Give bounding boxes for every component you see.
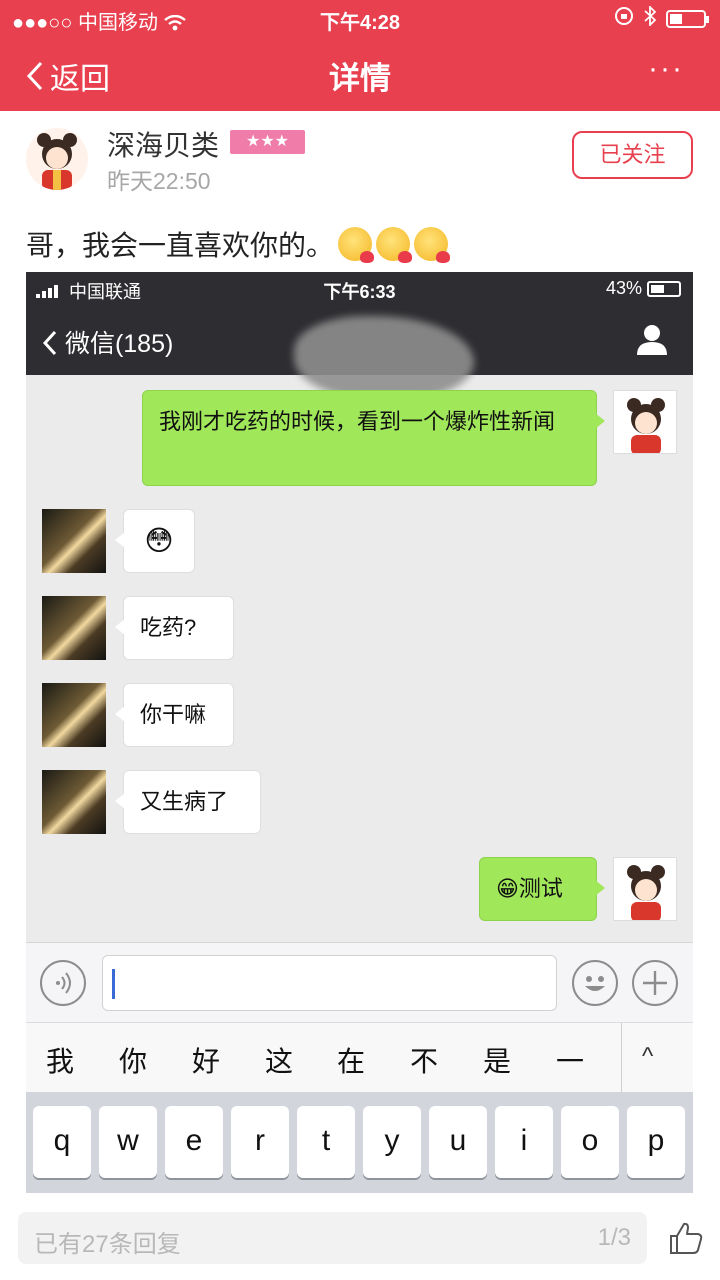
key: o xyxy=(561,1106,619,1178)
rotation-lock-icon xyxy=(614,6,634,32)
page-title: 详情 xyxy=(329,61,391,96)
shy-face-emoji-icon xyxy=(376,227,413,263)
key: t xyxy=(297,1106,355,1178)
status-right xyxy=(614,4,709,32)
image-input-bar xyxy=(26,942,693,1022)
post-image[interactable]: 中国联通 下午6:33 43% 微信(185) 我刚才吃药的时候，看到一个爆炸性… xyxy=(26,272,693,1193)
more-button[interactable]: ··· xyxy=(648,52,684,86)
voice-icon xyxy=(40,960,86,1006)
chat-bubble-them: 你干嘛 xyxy=(115,683,234,747)
candidate-toggle: ^ xyxy=(642,1043,654,1070)
image-back-label: 微信(185) xyxy=(64,330,174,358)
candidate-char: 不 xyxy=(409,1046,438,1077)
level-badge: ★★★ xyxy=(230,130,305,154)
candidate-divider xyxy=(621,1023,622,1093)
app-header: ●●●○○ 中国移动 下午4:28 返回 详情 ··· xyxy=(0,0,720,111)
key: w xyxy=(99,1106,157,1178)
contact-avatar xyxy=(42,770,106,834)
follow-button[interactable]: 已关注 xyxy=(572,131,693,179)
author-name[interactable]: 深海贝类 xyxy=(107,124,219,164)
my-avatar xyxy=(613,857,677,921)
thumbs-up-icon[interactable] xyxy=(668,1220,704,1256)
key: y xyxy=(363,1106,421,1178)
image-candidate-bar: 我 你 好 这 在 不 是 一 ^ xyxy=(26,1022,693,1093)
image-keyboard: q w e r t y u i o p xyxy=(26,1092,693,1193)
reply-input[interactable]: 已有27条回复 1/3 xyxy=(18,1212,647,1264)
image-text-field xyxy=(102,955,557,1011)
status-bar: ●●●○○ 中国移动 下午4:28 xyxy=(0,0,720,36)
post-time: 昨天22:50 xyxy=(107,168,211,194)
reply-placeholder: 已有27条回复 xyxy=(34,1231,181,1258)
candidate-char: 在 xyxy=(336,1046,365,1077)
candidate-char: 我 xyxy=(45,1046,74,1077)
key: e xyxy=(165,1106,223,1178)
reply-page-indicator[interactable]: 1/3 xyxy=(598,1224,631,1252)
image-status-bar: 中国联通 下午6:33 43% xyxy=(26,272,693,304)
my-avatar xyxy=(613,390,677,454)
image-back: 微信(185) xyxy=(42,324,173,360)
image-status-time: 下午6:33 xyxy=(323,282,396,302)
key: q xyxy=(33,1106,91,1178)
image-status-right: 43% xyxy=(606,278,681,299)
post-text-row: 哥，我会一直喜欢你的。 xyxy=(26,224,451,264)
image-battery-percent: 43% xyxy=(605,278,642,298)
contact-avatar xyxy=(42,683,106,747)
image-battery-icon xyxy=(647,281,681,297)
image-chat-header: 微信(185) xyxy=(26,304,693,401)
battery-icon xyxy=(666,10,709,28)
censor-blur xyxy=(294,316,474,401)
shy-face-emoji-icon xyxy=(414,227,451,263)
emoji-icon xyxy=(572,960,618,1006)
key: i xyxy=(495,1106,553,1178)
candidate-char: 这 xyxy=(264,1046,293,1077)
status-time: 下午4:28 xyxy=(319,12,401,34)
contact-avatar xyxy=(42,509,106,573)
author-avatar[interactable] xyxy=(26,128,88,190)
bluetooth-icon xyxy=(644,4,657,32)
person-icon xyxy=(637,325,667,355)
key: p xyxy=(627,1106,685,1178)
candidate-char: 你 xyxy=(118,1046,147,1077)
post-text: 哥，我会一直喜欢你的。 xyxy=(26,230,335,261)
candidate-char: 一 xyxy=(555,1046,584,1077)
chevron-left-icon xyxy=(42,330,57,356)
chat-bubble-them: 吃药? xyxy=(115,596,234,660)
plus-icon xyxy=(632,960,678,1006)
chat-bubble-them: 又生病了 xyxy=(115,770,261,834)
candidate-char: 是 xyxy=(482,1046,511,1077)
chat-bubble-me: 我刚才吃药的时候，看到一个爆炸性新闻 xyxy=(142,390,605,486)
key: u xyxy=(429,1106,487,1178)
chat-bubble-them: 😳 xyxy=(115,509,195,573)
candidate-char: 好 xyxy=(191,1046,220,1077)
key: r xyxy=(231,1106,289,1178)
shy-face-emoji-icon xyxy=(338,227,375,263)
contact-avatar xyxy=(42,596,106,660)
chat-bubble-me: 😁测试 xyxy=(479,857,605,921)
